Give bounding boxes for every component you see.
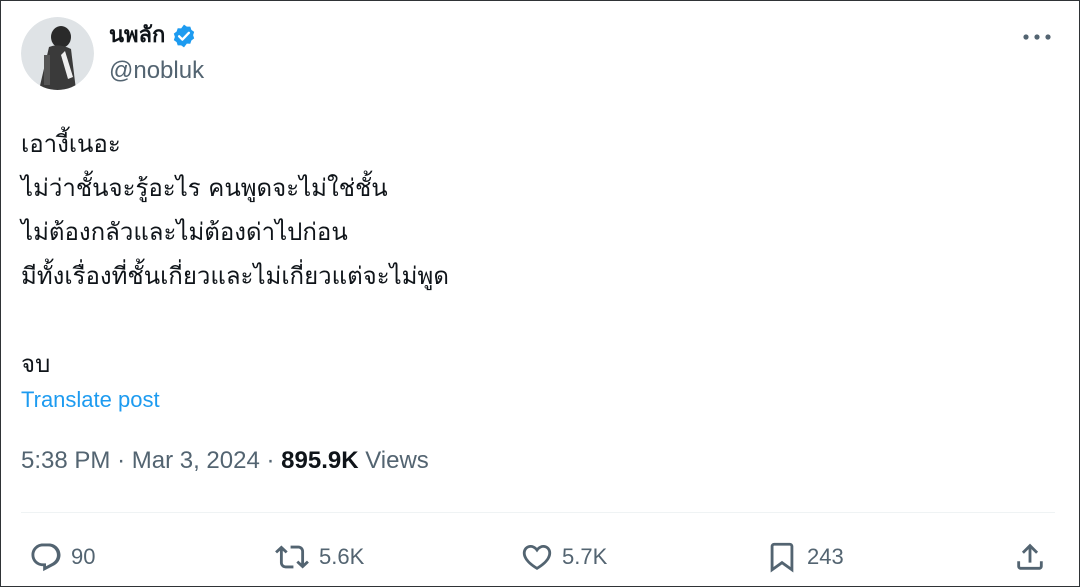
like-button[interactable]: 5.7K [520,537,607,577]
author-handle[interactable]: @nobluk [109,57,204,85]
post-line: เอางี้เนอะ [21,130,121,158]
author-display-name[interactable]: นพลัก [109,21,197,51]
post-line: มีทั้งเรื่องที่ชั้นเกี่ยวและไม่เกี่ยวแต่… [21,262,449,290]
meta-separator: · [117,447,126,474]
avatar[interactable] [21,17,94,90]
repost-count: 5.6K [319,544,365,569]
like-count: 5.7K [562,544,608,569]
reply-count: 90 [71,544,96,569]
post-line [21,298,449,342]
more-options-icon[interactable] [1019,23,1055,51]
verified-badge-icon [171,23,197,49]
share-button[interactable] [1013,537,1047,577]
bookmark-count: 243 [807,544,844,569]
post-time[interactable]: 5:38 PM [21,447,110,474]
author-name-text: นพลัก [109,23,166,48]
bookmark-icon [770,542,794,573]
post-card: นพลัก @nobluk เอางี้เนอะ ไม่ว่าชั้นจะรู้… [0,0,1080,587]
post-text: เอางี้เนอะ ไม่ว่าชั้นจะรู้อะไร คนพูดจะไม… [21,122,449,386]
post-line: จบ [21,350,51,378]
divider [21,512,1055,513]
post-meta: 5:38 PM · Mar 3, 2024 · 895.9K Views [21,447,429,475]
repost-button[interactable]: 5.6K [273,537,364,577]
views-count: 895.9K [281,447,359,474]
post-line: ไม่ว่าชั้นจะรู้อะไร คนพูดจะไม่ใช่ชั้น [21,174,388,202]
reply-icon [31,543,61,572]
repost-icon [275,545,309,569]
reply-button[interactable]: 90 [29,537,95,577]
heart-icon [522,544,552,570]
share-icon [1017,543,1043,570]
post-date[interactable]: Mar 3, 2024 [132,447,260,474]
views-label: Views [365,447,429,474]
meta-separator: · [266,447,275,474]
translate-post-link[interactable]: Translate post [21,387,160,413]
bookmark-button[interactable]: 243 [765,537,844,577]
post-line: ไม่ต้องกลัวและไม่ต้องด่าไปก่อน [21,218,348,246]
